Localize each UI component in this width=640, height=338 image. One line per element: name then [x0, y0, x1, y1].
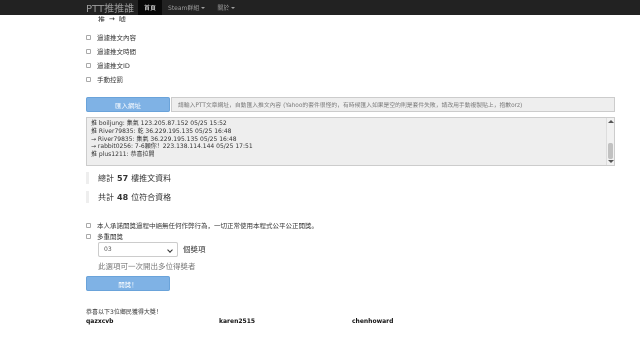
nav-about-label: 關於	[217, 5, 230, 12]
eligible-users-stat: 共計 48 位符合資格	[86, 191, 171, 203]
option-arrow[interactable]: →	[109, 15, 115, 22]
multi-prize-label: 多重開獎	[97, 233, 123, 241]
filter-time-label: 過濾推文時間	[97, 48, 136, 56]
brand-logo[interactable]: PTT推推誰	[86, 0, 138, 15]
eligible-prefix: 共計	[98, 192, 114, 202]
winner-name: chenhoward	[352, 318, 394, 325]
comment-line: → rabbit0256: 7-6願你！223.138.114.144 05/2…	[91, 143, 253, 151]
eligible-count: 48	[117, 192, 129, 202]
nav-steam-group[interactable]: Steam群組	[162, 0, 211, 15]
winner-name: karen2515	[219, 318, 256, 325]
caret-down-icon	[231, 6, 236, 9]
comment-line: 推 River79835: 乾 36.229.195.135 05/25 16:…	[91, 127, 232, 135]
draw-button[interactable]: 開獎！	[86, 276, 170, 291]
option-push[interactable]: 推	[98, 15, 105, 22]
caret-down-icon	[201, 6, 206, 9]
eligible-suffix: 位符合資格	[131, 192, 172, 202]
option-boo[interactable]: 噓	[119, 15, 126, 22]
prize-count-select[interactable]: 03	[98, 242, 178, 257]
nav-steam-group-label: Steam群組	[168, 5, 200, 12]
multi-prize-row[interactable]: 多重開獎	[86, 231, 123, 241]
comment-line: 推 boiljung: 集氣 123.205.87.152 05/25 15:5…	[91, 120, 227, 127]
scroll-up-icon[interactable]	[608, 120, 614, 123]
agreement-checkbox[interactable]	[86, 222, 91, 228]
result-message: 恭喜以下3位鄉民獲得大獎！	[86, 309, 162, 316]
agreement-label: 本人承諾開獎過程中絕無任何作弊行為，一切正常使用本程式公平公正開獎。	[97, 222, 318, 230]
multi-prize-checkbox[interactable]	[86, 233, 91, 239]
total-count: 57	[117, 173, 129, 183]
prize-hint: 此選項可一次開出多位得獎者	[98, 262, 196, 271]
filter-content-row[interactable]: 過濾推文內容	[86, 32, 136, 42]
total-prefix: 總計	[98, 173, 114, 183]
nav-about[interactable]: 關於	[211, 0, 241, 15]
comments-scrollbar[interactable]	[606, 118, 614, 165]
chevron-down-icon	[167, 247, 173, 253]
filter-id-row[interactable]: 過濾推文ID	[86, 60, 130, 70]
filter-content-label: 過濾推文內容	[97, 34, 136, 42]
import-url-button[interactable]: 匯入網址	[86, 97, 170, 112]
filter-id-checkbox[interactable]	[86, 62, 91, 68]
filter-id-label: 過濾推文ID	[97, 62, 130, 70]
comment-type-options: 推 → 噓	[98, 15, 126, 22]
agreement-row[interactable]: 本人承諾開獎過程中絕無任何作弊行為，一切正常使用本程式公平公正開獎。	[86, 220, 318, 230]
filter-time-checkbox[interactable]	[86, 48, 91, 54]
prize-count-value: 03	[104, 246, 112, 253]
scroll-down-icon[interactable]	[608, 160, 614, 163]
article-url-input[interactable]: 請輸入PTT文章網址，自動匯入推文內容 (Yahoo的套件很怪的，有時候匯入如果…	[171, 97, 615, 112]
prize-count-suffix: 個獎項	[183, 245, 206, 254]
manual-control-checkbox[interactable]	[86, 76, 91, 82]
navbar: PTT推推誰 首頁 Steam群組 關於	[0, 0, 640, 15]
comment-line: 推 plus1211: 恭喜拉開	[91, 151, 155, 159]
nav-home-label: 首頁	[144, 5, 157, 12]
scroll-thumb[interactable]	[608, 143, 613, 159]
total-comments-stat: 總計 57 樓推文資料	[86, 172, 171, 184]
manual-control-row[interactable]: 手動控罰	[86, 74, 123, 84]
nav-home[interactable]: 首頁	[138, 0, 163, 15]
total-suffix: 樓推文資料	[131, 173, 172, 183]
filter-content-checkbox[interactable]	[86, 34, 91, 40]
comments-textarea[interactable]: 推 boiljung: 集氣 123.205.87.152 05/25 15:5…	[86, 117, 615, 166]
filter-time-row[interactable]: 過濾推文時間	[86, 46, 136, 56]
manual-control-label: 手動控罰	[97, 76, 123, 84]
winner-name: qazxcvb	[86, 318, 114, 325]
